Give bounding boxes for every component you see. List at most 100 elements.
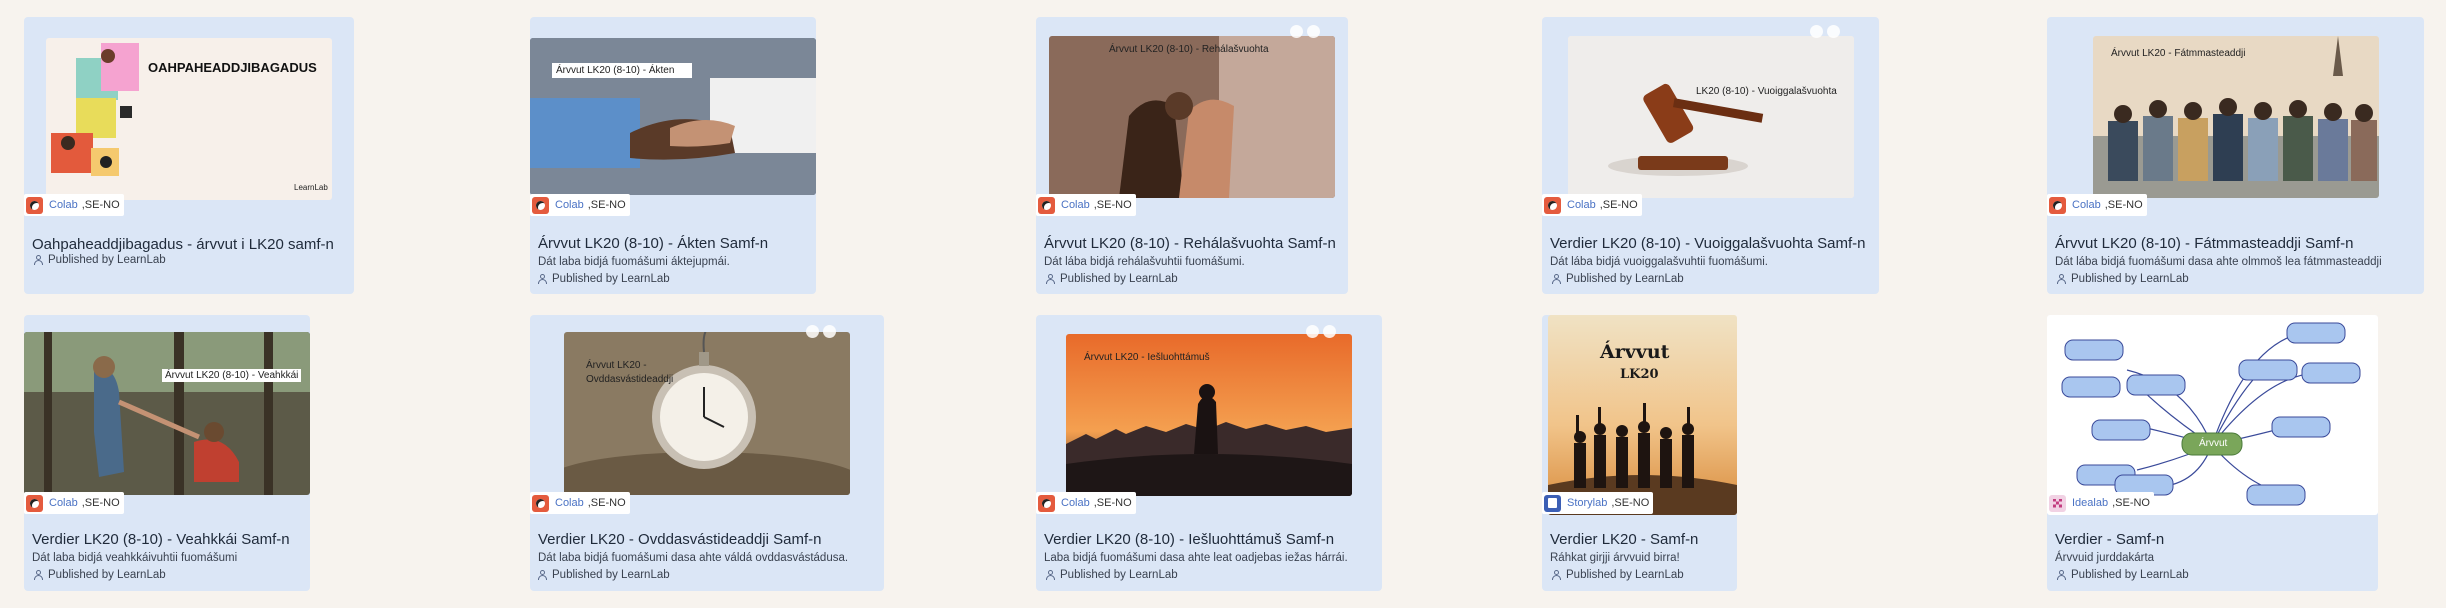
mindmap-center-label: Árvvut: [2199, 438, 2228, 449]
card-title[interactable]: Verdier LK20 (8-10) - Vuoiggalašvuohta S…: [1550, 235, 1865, 252]
storylab-icon: [1544, 494, 1561, 512]
card-thumbnail[interactable]: Árvvut: [2047, 315, 2378, 515]
card-title[interactable]: Árvvut LK20 (8-10) - Rehálašvuohta Samf-…: [1044, 235, 1336, 252]
publisher-line: Published by LearnLab: [34, 569, 166, 581]
locale-label: ,SE-NO: [2112, 497, 2150, 509]
user-icon: [538, 274, 547, 284]
thumbnail-brand: LearnLab: [294, 183, 328, 192]
publisher-label: Published by LearnLab: [2071, 569, 2189, 581]
resource-card[interactable]: OAHPAHEADDJIBAGADUS LearnLab Colab ,SE-N…: [24, 17, 354, 294]
card-title[interactable]: Árvvut LK20 (8-10) - Fátmmasteaddji Samf…: [2055, 235, 2353, 252]
app-name: Colab: [49, 497, 78, 509]
card-title[interactable]: Verdier LK20 (8-10) - Veahkkái Samf-n: [32, 531, 290, 548]
app-tag: Colab ,SE-NO: [24, 194, 124, 216]
publisher-label: Published by LearnLab: [1060, 569, 1178, 581]
publisher-label: Published by LearnLab: [552, 273, 670, 285]
thumbnail-caption: Árvvut LK20 (8-10) - Veahkkái: [162, 369, 302, 382]
user-icon: [1552, 274, 1561, 284]
resource-card[interactable]: Árvvut LK20 - Ovddasvástideaddji Colab ,…: [530, 315, 884, 591]
resource-card[interactable]: Árvvut LK20 (8-10) - Ákten Colab ,SE-NO …: [530, 17, 816, 294]
mindmap-image: [2061, 322, 2361, 506]
resource-card[interactable]: LK20 (8-10) - Vuoiggalašvuohta Colab ,SE…: [1542, 17, 1879, 294]
card-title[interactable]: Oahpaheaddjibagadus - árvvut i LK20 samf…: [32, 236, 334, 253]
card-thumbnail[interactable]: Árvvut LK20 (8-10) - Ákten: [530, 38, 816, 195]
app-tag: Colab ,SE-NO: [1542, 194, 1642, 216]
card-title[interactable]: Verdier - Samf-n: [2055, 531, 2164, 548]
card-thumbnail[interactable]: Árvvut LK20: [1548, 315, 1737, 515]
publisher-line: Published by LearnLab: [1552, 569, 1684, 581]
card-description: Dát laba bidjá fuomášumi dasa ahte váldá…: [538, 552, 849, 564]
helping-hand-image: [24, 332, 310, 495]
user-icon: [2057, 570, 2066, 580]
friends-group-image: [2093, 36, 2379, 198]
app-tag: Colab ,SE-NO: [24, 492, 124, 514]
user-icon: [34, 570, 43, 580]
publisher-line: Published by LearnLab: [1046, 273, 1178, 285]
handshake-image: [530, 38, 816, 195]
user-icon: [1046, 274, 1055, 284]
resource-card[interactable]: Árvvut Idealab ,SE-NO Verdier - Samf-n Á…: [2047, 315, 2378, 591]
colab-icon: [532, 196, 549, 214]
thumbnail-caption: Árvvut LK20 - Fátmmasteaddji: [2111, 48, 2246, 59]
colab-icon: [2049, 196, 2066, 214]
thumbnail-caption: Árvvut LK20 (8-10) - Ákten: [552, 63, 693, 78]
card-description: Ráhkat girjji árvvuid birra!: [1550, 552, 1680, 564]
card-thumbnail[interactable]: Árvvut LK20 - Fátmmasteaddji: [2093, 36, 2379, 198]
resource-card[interactable]: Árvvut LK20 - Fátmmasteaddji Colab ,SE-N…: [2047, 17, 2424, 294]
locale-label: ,SE-NO: [2104, 199, 2143, 211]
carousel-dots: [806, 325, 836, 338]
locale-label: ,SE-NO: [81, 199, 120, 211]
publisher-line: Published by LearnLab: [2057, 569, 2189, 581]
publisher-line: Published by LearnLab: [1046, 569, 1178, 581]
app-tag: Colab ,SE-NO: [1036, 194, 1136, 216]
app-name: Colab: [555, 497, 584, 509]
card-thumbnail[interactable]: Árvvut LK20 - Iešluohttámuš: [1066, 334, 1352, 496]
resource-card[interactable]: Árvvut LK20 (8-10) - Rehálašvuohta Colab…: [1036, 17, 1348, 294]
colab-icon: [1544, 196, 1561, 214]
publisher-label: Published by LearnLab: [1566, 569, 1684, 581]
resource-card[interactable]: Árvvut LK20 (8-10) - Veahkkái Colab ,SE-…: [24, 315, 310, 591]
resource-card[interactable]: Árvvut LK20 Storylab ,SE-NO Verdier LK20…: [1542, 315, 1737, 591]
publisher-label: Published by LearnLab: [2071, 273, 2189, 285]
carousel-dots: [1290, 25, 1320, 38]
publisher-line: Published by LearnLab: [34, 254, 166, 266]
card-thumbnail[interactable]: Árvvut LK20 (8-10) - Veahkkái: [24, 332, 310, 495]
colab-icon: [26, 494, 43, 512]
pinky-promise-image: [1049, 36, 1335, 198]
app-name: Colab: [49, 199, 78, 211]
card-title[interactable]: Árvvut LK20 (8-10) - Ákten Samf-n: [538, 235, 768, 252]
app-name: Colab: [1061, 497, 1090, 509]
app-tag: Colab ,SE-NO: [1036, 492, 1136, 514]
card-description: Dát laba bidjá fuomášumi áktejupmái.: [538, 256, 730, 268]
user-icon: [34, 255, 43, 265]
locale-label: ,SE-NO: [1093, 199, 1132, 211]
pocket-watch-image: [564, 332, 850, 495]
user-icon: [2057, 274, 2066, 284]
carousel-dots: [1306, 325, 1336, 338]
thumbnail-caption-2: Ovddasvástideaddji: [586, 374, 674, 385]
app-name: Colab: [555, 199, 584, 211]
card-thumbnail[interactable]: Árvvut LK20 (8-10) - Rehálašvuohta: [1049, 36, 1335, 198]
gavel-image: [1568, 36, 1854, 198]
card-thumbnail[interactable]: Árvvut LK20 - Ovddasvástideaddji: [564, 332, 850, 495]
publisher-line: Published by LearnLab: [1552, 273, 1684, 285]
colab-icon: [1038, 196, 1055, 214]
colab-icon: [26, 196, 43, 214]
locale-label: ,SE-NO: [81, 497, 120, 509]
thumbnail-caption: Árvvut LK20 (8-10) - Rehálašvuohta: [1109, 44, 1269, 55]
locale-label: ,SE-NO: [1611, 497, 1650, 509]
publisher-label: Published by LearnLab: [1566, 273, 1684, 285]
app-name: Colab: [1567, 199, 1596, 211]
locale-label: ,SE-NO: [587, 199, 626, 211]
card-thumbnail[interactable]: OAHPAHEADDJIBAGADUS LearnLab: [46, 38, 332, 200]
card-title[interactable]: Verdier LK20 - Samf-n: [1550, 531, 1698, 548]
card-thumbnail[interactable]: LK20 (8-10) - Vuoiggalašvuohta: [1568, 36, 1854, 198]
idealab-icon: [2049, 494, 2066, 512]
resource-card[interactable]: Árvvut LK20 - Iešluohttámuš Colab ,SE-NO…: [1036, 315, 1382, 591]
app-name: Colab: [2072, 199, 2101, 211]
card-title[interactable]: Verdier LK20 - Ovddasvástideaddji Samf-n: [538, 531, 821, 548]
thumbnail-caption: Árvvut LK20 -: [586, 360, 647, 371]
card-title[interactable]: Verdier LK20 (8-10) - Iešluohttámuš Samf…: [1044, 531, 1334, 548]
publisher-label: Published by LearnLab: [1060, 273, 1178, 285]
card-description: Árvvuid jurddakárta: [2055, 552, 2155, 564]
